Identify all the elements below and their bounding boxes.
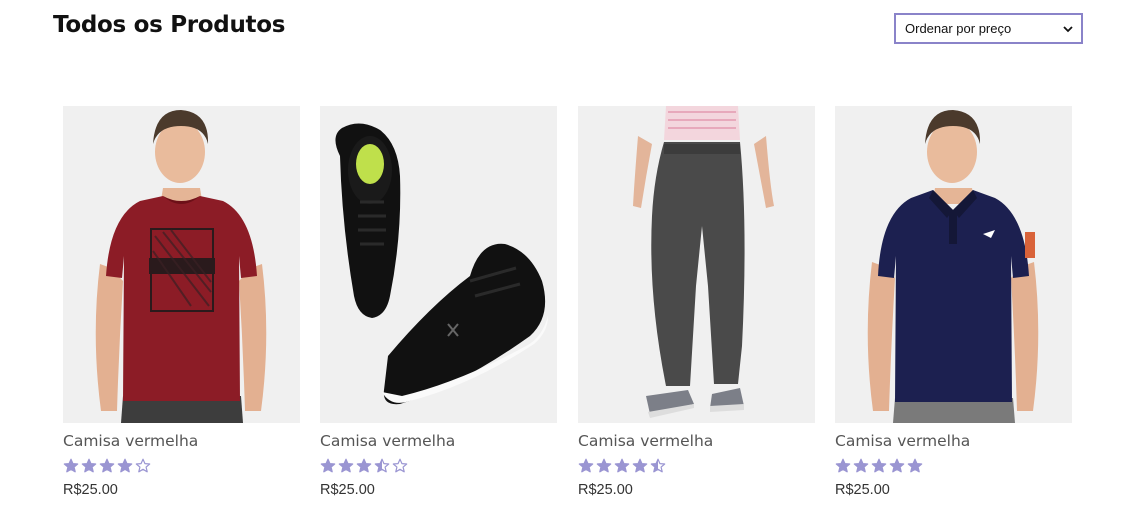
product-image[interactable] bbox=[63, 106, 300, 423]
black-sneakers-photo bbox=[320, 106, 557, 423]
star-full-icon bbox=[99, 458, 115, 473]
star-empty-icon bbox=[135, 458, 151, 473]
product-price: R$25.00 bbox=[835, 482, 890, 498]
product-rating bbox=[63, 458, 151, 474]
star-full-icon bbox=[614, 458, 630, 473]
star-full-icon bbox=[835, 458, 851, 473]
product-card[interactable]: Camisa vermelha R$25.00 bbox=[63, 106, 300, 506]
product-image[interactable] bbox=[320, 106, 557, 423]
product-image[interactable] bbox=[835, 106, 1072, 423]
product-name[interactable]: Camisa vermelha bbox=[320, 432, 455, 450]
product-rating bbox=[835, 458, 923, 474]
product-name[interactable]: Camisa vermelha bbox=[835, 432, 970, 450]
star-half-icon bbox=[374, 458, 390, 473]
sort-select[interactable]: Ordenar por preço bbox=[894, 13, 1083, 44]
star-full-icon bbox=[63, 458, 79, 473]
star-full-icon bbox=[853, 458, 869, 473]
sort-select-value: Ordenar por preço bbox=[905, 21, 1012, 36]
page-title: Todos os Produtos bbox=[53, 12, 286, 38]
star-full-icon bbox=[632, 458, 648, 473]
product-price: R$25.00 bbox=[578, 482, 633, 498]
star-full-icon bbox=[338, 458, 354, 473]
star-full-icon bbox=[320, 458, 336, 473]
product-name[interactable]: Camisa vermelha bbox=[63, 432, 198, 450]
navy-polo-photo bbox=[835, 106, 1072, 423]
product-name[interactable]: Camisa vermelha bbox=[578, 432, 713, 450]
star-full-icon bbox=[356, 458, 372, 473]
grey-pants-photo bbox=[578, 106, 815, 423]
star-full-icon bbox=[81, 458, 97, 473]
product-card[interactable]: Camisa vermelha R$25.00 bbox=[835, 106, 1072, 506]
product-grid: Camisa vermelha R$25.00 Camisa vermelha … bbox=[63, 106, 1073, 506]
red-tshirt-photo bbox=[63, 106, 300, 423]
star-full-icon bbox=[117, 458, 133, 473]
product-price: R$25.00 bbox=[63, 482, 118, 498]
product-price: R$25.00 bbox=[320, 482, 375, 498]
product-rating bbox=[320, 458, 408, 474]
chevron-down-icon bbox=[1063, 25, 1073, 33]
star-full-icon bbox=[871, 458, 887, 473]
star-full-icon bbox=[907, 458, 923, 473]
star-half-icon bbox=[650, 458, 666, 473]
star-full-icon bbox=[889, 458, 905, 473]
product-rating bbox=[578, 458, 666, 474]
product-card[interactable]: Camisa vermelha R$25.00 bbox=[578, 106, 815, 506]
product-card[interactable]: Camisa vermelha R$25.00 bbox=[320, 106, 557, 506]
star-full-icon bbox=[596, 458, 612, 473]
product-image[interactable] bbox=[578, 106, 815, 423]
star-full-icon bbox=[578, 458, 594, 473]
star-empty-icon bbox=[392, 458, 408, 473]
